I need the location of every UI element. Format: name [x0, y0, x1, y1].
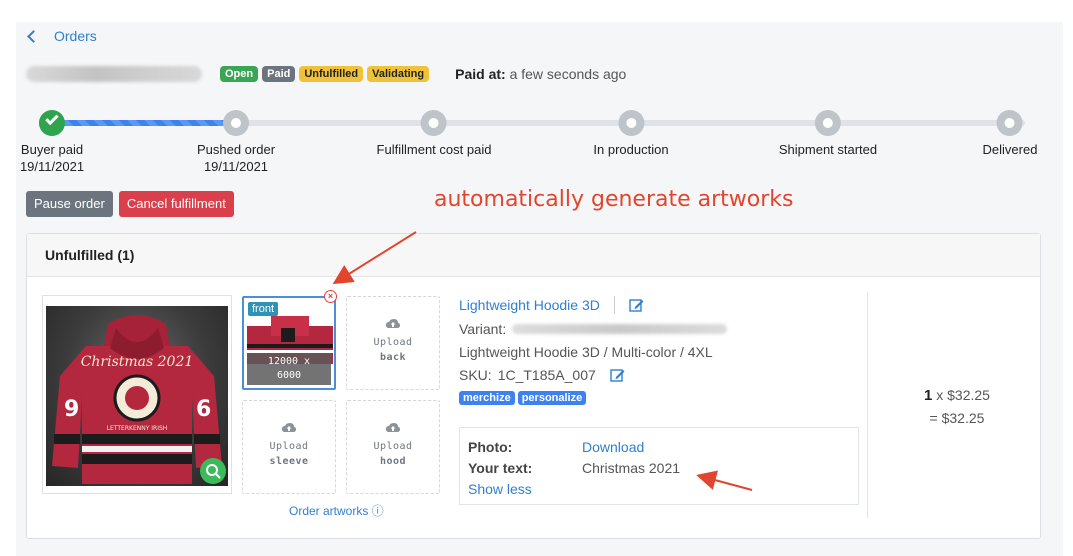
- status-badge-validating: Validating: [367, 66, 430, 82]
- step-pending-icon: [815, 110, 841, 136]
- text-row: Your text: Christmas 2021: [468, 457, 850, 478]
- unit-price: x $32.25: [936, 387, 990, 403]
- sku-value: 1C_T185A_007: [497, 367, 596, 383]
- step-complete-icon: [38, 110, 65, 136]
- step-label: Buyer paid: [20, 142, 84, 157]
- step-label: Delivered: [982, 142, 1038, 157]
- divider: [867, 292, 868, 518]
- toggle-row: Show less: [468, 478, 850, 499]
- zoom-button[interactable]: [200, 458, 226, 484]
- order-artworks-link[interactable]: Order artworks ⓘ: [289, 502, 384, 519]
- annotation-text: automatically generate artworks: [434, 187, 794, 212]
- upload-label: Upload: [269, 441, 309, 452]
- order-name-redacted: [26, 66, 202, 82]
- back-to-orders-link[interactable]: Orders: [26, 28, 97, 44]
- your-text-label: Your text:: [468, 459, 533, 476]
- artwork-front-label: front: [248, 302, 279, 316]
- product-title-row: Lightweight Hoodie 3D: [459, 296, 859, 314]
- order-title-row: Open Paid Unfulfilled Validating Paid at…: [26, 62, 626, 86]
- step-label: Pushed order: [196, 142, 276, 157]
- tag-merchize: merchize: [459, 391, 515, 405]
- step-label: Shipment started: [778, 142, 878, 157]
- artwork-front-tile[interactable]: front 12000 x 6000: [242, 296, 336, 390]
- hoodie-script-text: Christmas 2021: [81, 354, 194, 370]
- paid-at: Paid at: a few seconds ago: [455, 66, 626, 82]
- order-progress-tracker: Buyer paid 19/11/2021 Pushed order 19/11…: [16, 106, 1063, 178]
- edit-sku-icon[interactable]: [610, 368, 625, 383]
- progress-step-in-production: In production: [593, 106, 669, 157]
- personalization-box: Photo: Download Your text: Christmas 202…: [459, 427, 859, 505]
- download-link[interactable]: Download: [582, 439, 644, 455]
- variant-row: Variant:: [459, 321, 859, 337]
- product-image[interactable]: Christmas 2021 LETTERKENNY IRISH 9 6: [42, 295, 232, 494]
- show-less-link[interactable]: Show less: [468, 481, 532, 497]
- sku-label: SKU:: [459, 367, 492, 383]
- artwork-size-line1: 12000 x: [267, 356, 311, 367]
- upload-sleeve-tile[interactable]: Upload sleeve: [242, 400, 336, 494]
- progress-step-shipment-started: Shipment started: [779, 106, 877, 157]
- unit-price-row: 1 x $32.25: [887, 384, 1027, 407]
- status-badge-open: Open: [220, 66, 259, 82]
- step-date: 19/11/2021: [19, 159, 85, 174]
- order-detail-page: Orders Open Paid Unfulfilled Validating …: [16, 22, 1063, 556]
- upload-label: Upload: [373, 337, 413, 348]
- remove-artwork-icon[interactable]: ×: [324, 290, 337, 303]
- artwork-size-line2: 6000: [276, 370, 302, 381]
- progress-step-pushed-order: Pushed order 19/11/2021: [197, 106, 275, 174]
- card-header: Unfulfilled (1): [27, 234, 1040, 277]
- upload-label: Upload: [373, 441, 413, 452]
- status-badge-unfulfilled: Unfulfilled: [299, 66, 364, 82]
- photo-label: Photo:: [468, 438, 513, 455]
- progress-step-delivered: Delivered: [982, 106, 1038, 157]
- tag-personalize: personalize: [517, 391, 587, 405]
- back-label: Orders: [54, 28, 97, 44]
- progress-step-buyer-paid: Buyer paid 19/11/2021: [20, 106, 84, 174]
- divider: [613, 296, 615, 314]
- paid-at-value: a few seconds ago: [509, 66, 627, 82]
- cloud-upload-icon: [386, 319, 400, 328]
- upload-hood-tile[interactable]: Upload hood: [346, 400, 440, 494]
- step-pending-icon: [996, 110, 1023, 136]
- variant-label: Variant:: [459, 321, 507, 337]
- hoodie-number-right: 6: [196, 397, 211, 422]
- hoodie-photo: Christmas 2021 LETTERKENNY IRISH 9 6: [46, 306, 228, 486]
- upload-side: hood: [379, 456, 407, 467]
- tag-row: merchize personalize: [459, 391, 859, 405]
- sku-row: SKU: 1C_T185A_007: [459, 367, 859, 383]
- quantity: 1: [924, 387, 933, 404]
- step-label: Fulfillment cost paid: [376, 142, 492, 157]
- chevron-left-icon: [27, 29, 40, 43]
- total-price: = $32.25: [929, 410, 985, 426]
- step-pending-icon: [223, 110, 249, 136]
- hoodie-patch-text: LETTERKENNY IRISH: [107, 425, 168, 432]
- unfulfilled-card: Unfulfilled (1) Christmas 2021 LETTERKEN…: [26, 233, 1041, 539]
- product-info: Lightweight Hoodie 3D Variant: Lightweig…: [459, 296, 859, 405]
- price-summary: 1 x $32.25 = $32.25: [887, 384, 1027, 429]
- step-date: 19/11/2021: [203, 159, 269, 174]
- step-pending-icon: [420, 110, 447, 136]
- search-icon: [206, 464, 221, 479]
- product-title-link[interactable]: Lightweight Hoodie 3D: [459, 297, 600, 313]
- order-actions: Pause order Cancel fulfillment: [26, 191, 234, 217]
- upload-side: back: [379, 352, 407, 363]
- hoodie-number-left: 9: [64, 397, 79, 422]
- photo-row: Photo: Download: [468, 436, 850, 457]
- cloud-upload-icon: [386, 423, 400, 432]
- edit-icon[interactable]: [629, 298, 644, 313]
- cancel-fulfillment-button[interactable]: Cancel fulfillment: [118, 191, 234, 217]
- status-badge-paid: Paid: [262, 66, 296, 82]
- cloud-upload-icon: [282, 423, 296, 432]
- your-text-value: Christmas 2021: [582, 459, 681, 476]
- pause-order-button[interactable]: Pause order: [26, 191, 113, 217]
- variant-desc: Lightweight Hoodie 3D / Multi-color / 4X…: [459, 344, 713, 360]
- upload-back-tile[interactable]: Upload back: [346, 296, 440, 390]
- artwork-front-size: 12000 x 6000: [247, 353, 331, 385]
- upload-side: sleeve: [269, 456, 309, 467]
- step-pending-icon: [617, 110, 644, 136]
- variant-redacted: [512, 324, 728, 334]
- step-label: In production: [593, 142, 669, 157]
- progress-step-fulfillment-cost-paid: Fulfillment cost paid: [376, 106, 492, 157]
- paid-at-label: Paid at:: [455, 66, 506, 82]
